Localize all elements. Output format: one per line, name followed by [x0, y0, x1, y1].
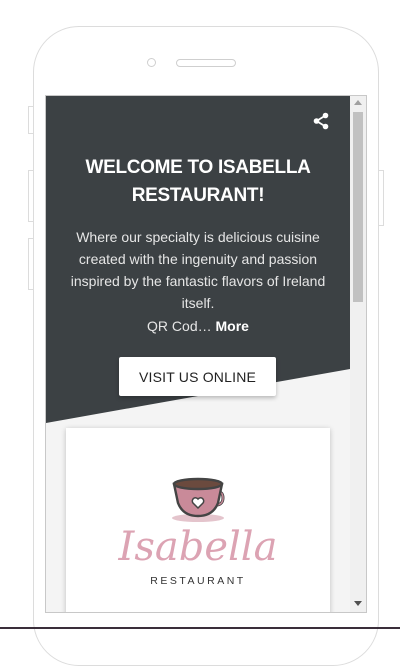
phone-side-button-left-top [28, 106, 34, 134]
phone-speaker [176, 59, 236, 67]
coffee-cup-heart-icon [172, 477, 225, 522]
scrollbar[interactable] [350, 96, 366, 612]
phone-screen: WELCOME TO ISABELLA RESTAURANT! Where ou… [45, 95, 367, 613]
phone-side-button-left-bottom [28, 238, 34, 290]
phone-side-button-left-middle [28, 170, 34, 222]
qr-code-line: QR Cod… More [46, 315, 350, 337]
visit-us-online-button[interactable]: VISIT US ONLINE [119, 357, 276, 396]
share-button[interactable] [311, 111, 331, 131]
qr-code-text: QR Cod… [147, 318, 212, 334]
share-icon [313, 112, 329, 130]
logo-script-text: Isabella [118, 524, 278, 570]
scroll-up-arrow-icon[interactable] [354, 100, 362, 105]
description-text: Where our specialty is delicious cuisine… [70, 229, 326, 311]
scroll-down-arrow-icon[interactable] [354, 601, 362, 606]
page-title: WELCOME TO ISABELLA RESTAURANT! [85, 157, 311, 206]
phone-camera [147, 58, 156, 67]
logo-card: Isabella RESTAURANT [66, 428, 330, 612]
logo-subtitle: RESTAURANT [150, 575, 246, 587]
scrollbar-thumb[interactable] [353, 112, 363, 302]
more-link[interactable]: More [216, 318, 249, 334]
phone-side-button-right [378, 170, 384, 226]
page-content: WELCOME TO ISABELLA RESTAURANT! Where ou… [46, 96, 350, 612]
